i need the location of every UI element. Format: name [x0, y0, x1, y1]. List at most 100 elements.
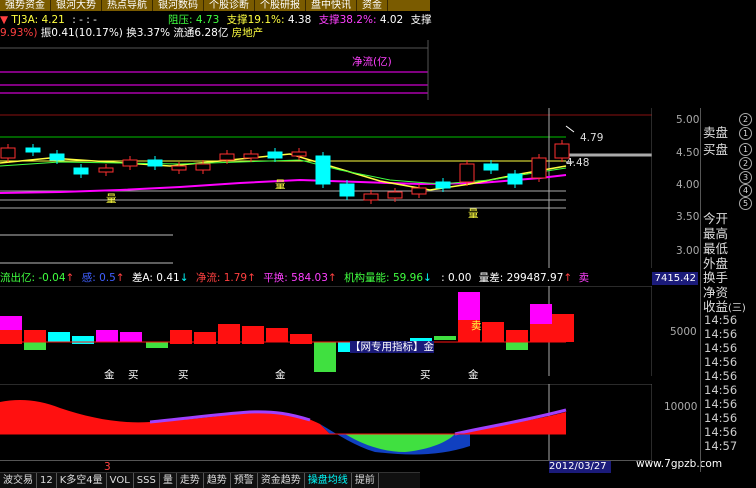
top-tab[interactable]: 强势资金	[0, 0, 51, 11]
candle-body	[339, 183, 355, 197]
candle-body	[49, 153, 65, 161]
signal-label: 金	[104, 369, 115, 381]
signal-label: 金	[468, 369, 479, 381]
candle-body	[219, 153, 235, 161]
trade-time: 14:56	[704, 397, 738, 411]
volume-bar	[72, 336, 94, 344]
level-circle[interactable]: 3	[739, 170, 752, 184]
volume-marker: 量	[275, 179, 286, 191]
trade-time: 14:56	[704, 313, 738, 327]
candle-body	[195, 163, 211, 171]
candle-body	[387, 191, 403, 199]
macd-axis-tick: 10000	[664, 401, 698, 413]
indicator-center-label: 【网专用指标】金	[350, 341, 434, 353]
candle-body	[459, 163, 475, 183]
trade-time: 14:56	[704, 355, 738, 369]
candle-body	[554, 143, 570, 159]
trade-time: 14:56	[704, 383, 738, 397]
top-tab[interactable]: 热点导航	[102, 0, 153, 11]
trade-time: 14:56	[704, 341, 738, 355]
candle-body	[315, 155, 331, 185]
level-circle[interactable]: 1	[739, 142, 752, 156]
candle-body	[363, 193, 379, 201]
bottom-tab[interactable]: 12	[37, 473, 57, 488]
volume-bar	[24, 342, 46, 350]
code-dashes: : - : -	[72, 14, 97, 26]
bottom-tab[interactable]: 资金趋势	[258, 473, 305, 488]
volume-bars	[0, 292, 574, 372]
sell-signal: 卖	[471, 320, 482, 332]
top-tab[interactable]: 银河大势	[51, 0, 102, 11]
volume-bar	[530, 304, 552, 324]
price-label-low: 4.48	[566, 157, 590, 169]
divider-lines	[0, 234, 173, 264]
bottom-tab[interactable]: 趋势	[204, 473, 231, 488]
trade-time: 14:56	[704, 327, 738, 341]
top-tab[interactable]: 资金	[357, 0, 388, 11]
bottom-tab[interactable]: SSS	[134, 473, 160, 488]
status-date: 2012/03/27	[549, 461, 611, 473]
volume-chart	[0, 286, 652, 376]
info-line-2: 9.93%) 振0.41(10.17%) 换3.37% 流通6.28亿 房地产	[0, 27, 264, 39]
candle-body	[411, 187, 427, 195]
bottom-tab[interactable]: VOL	[107, 473, 134, 488]
signal-label: 买	[128, 369, 139, 381]
top-tab[interactable]: 个股诊断	[204, 0, 255, 11]
level-circle[interactable]: 2	[739, 156, 752, 170]
level-circle-top[interactable]: 2	[739, 112, 752, 126]
bottom-tab[interactable]: K多空4量	[57, 473, 107, 488]
stat-outer-disk: 外盘	[703, 256, 729, 271]
candlesticks	[0, 140, 570, 204]
volume-bar	[314, 342, 336, 372]
volume-bar	[434, 336, 456, 340]
candle-body	[507, 173, 523, 185]
bottom-tab[interactable]: 预警	[231, 473, 258, 488]
sell-disk-label: 卖盘	[703, 125, 729, 140]
trade-time: 14:57	[704, 439, 738, 453]
stat-open: 今开	[703, 211, 729, 226]
buy-disk-label: 买盘	[703, 142, 729, 157]
stat-low: 最低	[703, 241, 729, 256]
price-axis-tick: 3.00	[676, 245, 700, 257]
indicator-row: 流出亿: -0.04↑ 感: 0.5↑ 差A: 0.41↓ 净流: 1.79↑ …	[0, 272, 590, 284]
price-axis-tick: 5.00	[676, 114, 700, 126]
top-tab[interactable]: 银河数码	[153, 0, 204, 11]
bottom-tab-active[interactable]: 操盘均线	[305, 473, 352, 488]
candle-body	[122, 159, 138, 167]
value-box: 7415.42	[652, 272, 698, 285]
volume-bar	[482, 322, 504, 342]
top-tab[interactable]: 个股研报	[255, 0, 306, 11]
level-circle[interactable]: 5	[739, 196, 752, 210]
price-axis-tick: 3.50	[676, 211, 700, 223]
level-circle-top[interactable]: 1	[739, 126, 752, 140]
signal-label: 买	[420, 369, 431, 381]
bottom-tab[interactable]: 波交易	[0, 473, 37, 488]
sector-label: 房地产	[231, 27, 264, 39]
candle-body	[267, 151, 283, 159]
volume-bar	[24, 330, 46, 342]
top-tab[interactable]: 盘中快讯	[306, 0, 357, 11]
stat-net-asset: 净资	[703, 285, 729, 300]
bottom-tab[interactable]: 提前	[352, 473, 379, 488]
code-price: TJ3A: 4.21	[11, 14, 65, 26]
level-circle[interactable]: 4	[739, 183, 752, 197]
volume-bar	[96, 330, 118, 342]
bottom-tab[interactable]: 量	[160, 473, 177, 488]
trade-time: 14:56	[704, 425, 738, 439]
candle-body	[531, 157, 547, 179]
stat-turnover: 换手	[703, 270, 729, 285]
volume-bar	[120, 332, 142, 342]
volume-bar	[530, 324, 552, 342]
candle-body	[147, 159, 163, 167]
top-tab-bar: 强势资金 银河大势 热点导航 银河数码 个股诊断 个股研报 盘中快讯 资金	[0, 0, 430, 11]
volume-bar	[458, 292, 480, 320]
info-line-1: ▼ TJ3A: 4.21 : - : -	[0, 14, 97, 26]
trade-time: 14:56	[704, 411, 738, 425]
net-flow-mini-chart	[0, 40, 429, 100]
candle-body	[435, 181, 451, 189]
volume-bar	[242, 326, 264, 344]
volume-bar	[552, 314, 574, 342]
price-axis-tick: 4.50	[676, 147, 700, 159]
volume-marker: 量	[106, 193, 117, 205]
bottom-tab[interactable]: 走势	[177, 473, 204, 488]
